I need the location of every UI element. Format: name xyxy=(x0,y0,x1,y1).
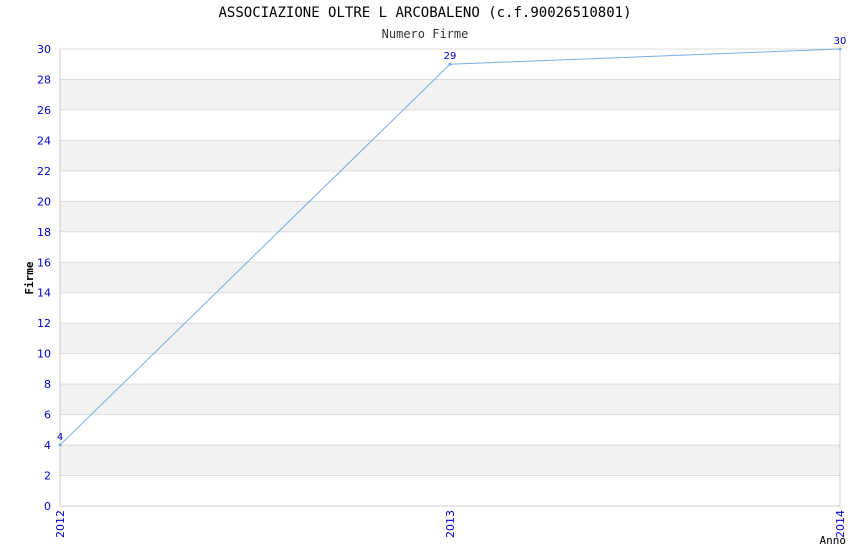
x-tick-label: 2012 xyxy=(54,510,67,538)
y-tick-label: 0 xyxy=(44,500,51,513)
y-axis-label: Firme xyxy=(23,261,36,294)
grid-band xyxy=(60,323,840,354)
x-axis-label: Anno xyxy=(820,534,847,547)
y-tick-label: 8 xyxy=(44,378,51,391)
data-point xyxy=(58,443,62,447)
y-tick-label: 6 xyxy=(44,409,51,422)
y-tick-label: 16 xyxy=(37,256,51,269)
y-tick-label: 20 xyxy=(37,195,51,208)
grid-band xyxy=(60,262,840,293)
y-tick-label: 14 xyxy=(37,287,51,300)
data-label: 30 xyxy=(834,36,847,47)
data-label: 29 xyxy=(444,51,457,62)
y-tick-label: 28 xyxy=(37,73,51,86)
data-point xyxy=(838,47,842,51)
data-label: 4 xyxy=(57,432,63,443)
y-tick-label: 22 xyxy=(37,165,51,178)
y-tick-label: 4 xyxy=(44,439,51,452)
grid-band xyxy=(60,445,840,476)
line-chart: 024681012141618202224262830 2012 2013 2014… xyxy=(23,36,847,547)
grid-band xyxy=(60,140,840,171)
y-tick-label: 12 xyxy=(37,317,51,330)
data-point xyxy=(448,62,452,66)
y-tick-label: 24 xyxy=(37,134,51,147)
x-tick-label: 2013 xyxy=(444,510,457,538)
grid-band xyxy=(60,201,840,232)
y-tick-label: 18 xyxy=(37,226,51,239)
y-tick-label: 10 xyxy=(37,348,51,361)
y-tick-label: 26 xyxy=(37,104,51,117)
y-tick-label: 30 xyxy=(37,43,51,56)
grid-band xyxy=(60,384,840,415)
y-tick-label: 2 xyxy=(44,470,51,483)
grid-band xyxy=(60,79,840,110)
